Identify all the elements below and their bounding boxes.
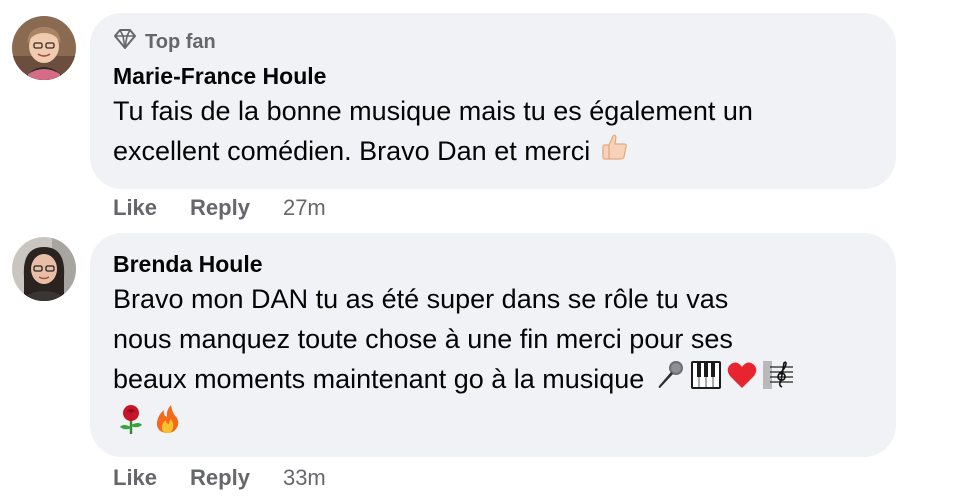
- comment-author[interactable]: Marie-France Houle: [113, 61, 874, 91]
- badge-label: Top fan: [145, 30, 216, 53]
- comment-text: Bravo mon DAN tu as été super dans se rô…: [113, 279, 874, 446]
- top-fan-badge[interactable]: Top fan: [113, 29, 874, 55]
- comment-bubble: Brenda Houle Bravo mon DAN tu as été sup…: [90, 233, 896, 457]
- red-heart-icon: [726, 359, 758, 402]
- comment-actions: Like Reply 33m: [113, 465, 326, 491]
- diamond-icon: [113, 29, 137, 55]
- previous-item-fragment: [200, 0, 260, 4]
- comment-text: Tu fais de la bonne musique mais tu es é…: [113, 91, 874, 173]
- comment-text-line: Tu fais de la bonne musique mais tu es é…: [113, 96, 753, 126]
- comment-text-line: beaux moments maintenant go à la musique: [113, 359, 874, 402]
- reply-button[interactable]: Reply: [190, 465, 250, 491]
- comment-text-line: nous manquez toute chose à une fin merci…: [113, 324, 733, 354]
- rose-icon: [115, 403, 147, 446]
- comment-text-line: Bravo mon DAN tu as été super dans se rô…: [113, 284, 729, 314]
- comment-text-line: [113, 402, 874, 445]
- avatar-photo: [12, 237, 76, 301]
- piano-keys-icon: [690, 359, 722, 402]
- microphone-icon: [654, 359, 686, 402]
- fire-icon: [151, 403, 183, 446]
- comment-author[interactable]: Brenda Houle: [113, 249, 874, 279]
- comment-actions: Like Reply 27m: [113, 195, 326, 221]
- musical-score-icon: [762, 359, 794, 402]
- avatar[interactable]: [12, 16, 76, 80]
- thumbs-up-icon: [600, 132, 630, 173]
- like-button[interactable]: Like: [113, 465, 157, 491]
- reply-button[interactable]: Reply: [190, 195, 250, 221]
- comment-timestamp[interactable]: 27m: [283, 195, 326, 221]
- like-button[interactable]: Like: [113, 195, 157, 221]
- avatar-photo: [12, 16, 76, 80]
- avatar[interactable]: [12, 237, 76, 301]
- comment-bubble: Top fan Marie-France Houle Tu fais de la…: [90, 13, 896, 189]
- comment-text-line: excellent comédien. Bravo Dan et merci: [113, 131, 874, 173]
- comment-timestamp[interactable]: 33m: [283, 465, 326, 491]
- comment-text-fragment: beaux moments maintenant go à la musique: [113, 364, 645, 394]
- comment-text-fragment: excellent comédien. Bravo Dan et merci: [113, 136, 591, 166]
